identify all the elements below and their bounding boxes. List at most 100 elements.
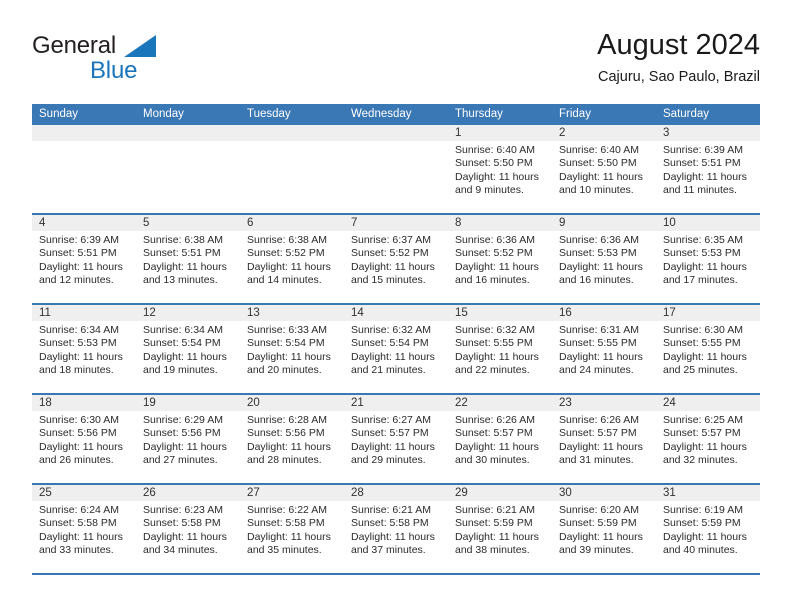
calendar-day-cell[interactable]: 5 Sunrise: 6:38 AM Sunset: 5:51 PM Daylight… xyxy=(136,215,240,303)
day-number: 27 xyxy=(240,485,344,501)
calendar-day-cell[interactable]: 31 Sunrise: 6:19 AM Sunset: 5:59 PM Dayligh… xyxy=(656,485,760,573)
daylight-text-line2: and 24 minutes. xyxy=(559,364,634,377)
calendar-day-cell[interactable]: 7 Sunrise: 6:37 AM Sunset: 5:52 PM Daylight… xyxy=(344,215,448,303)
day-number: 2 xyxy=(552,125,656,141)
calendar-day-cell[interactable]: 2 Sunrise: 6:40 AM Sunset: 5:50 PM Daylight… xyxy=(552,125,656,213)
weekday-header-row: Sunday Monday Tuesday Wednesday Thursday… xyxy=(32,104,760,125)
sunset-text: Sunset: 5:56 PM xyxy=(143,427,221,440)
daylight-text-line2: and 26 minutes. xyxy=(39,454,114,467)
daylight-text-line1: Daylight: 11 hours xyxy=(143,530,227,543)
general-blue-logo[interactable]: General Blue xyxy=(32,32,252,88)
daylight-text-line1: Daylight: 11 hours xyxy=(559,260,643,273)
sunrise-text: Sunrise: 6:21 AM xyxy=(455,504,535,516)
calendar-day-cell[interactable]: 16 Sunrise: 6:31 AM Sunset: 5:55 PM Dayligh… xyxy=(552,305,656,393)
calendar-day-cell[interactable]: 1 Sunrise: 6:40 AM Sunset: 5:50 PM Daylight… xyxy=(448,125,552,213)
sunset-text: Sunset: 5:56 PM xyxy=(247,427,325,440)
calendar-day-cell[interactable]: 27 Sunrise: 6:22 AM Sunset: 5:58 PM Dayligh… xyxy=(240,485,344,573)
sunrise-text: Sunrise: 6:25 AM xyxy=(663,414,743,426)
day-number: 15 xyxy=(448,305,552,321)
day-number: 29 xyxy=(448,485,552,501)
day-details: Sunrise: 6:19 AM Sunset: 5:59 PM Daylight:… xyxy=(656,501,760,558)
calendar-day-cell[interactable]: 4 Sunrise: 6:39 AM Sunset: 5:51 PM Daylight… xyxy=(32,215,136,303)
day-details: Sunrise: 6:22 AM Sunset: 5:58 PM Daylight:… xyxy=(240,501,344,558)
calendar-week-row: 4 Sunrise: 6:39 AM Sunset: 5:51 PM Daylight… xyxy=(32,215,760,305)
calendar-day-cell[interactable]: 8 Sunrise: 6:36 AM Sunset: 5:52 PM Daylight… xyxy=(448,215,552,303)
day-details xyxy=(344,141,448,144)
sunset-text: Sunset: 5:54 PM xyxy=(247,337,325,350)
calendar-day-cell[interactable]: 18 Sunrise: 6:30 AM Sunset: 5:56 PM Dayligh… xyxy=(32,395,136,483)
calendar-day-cell[interactable]: 10 Sunrise: 6:35 AM Sunset: 5:53 PM Dayligh… xyxy=(656,215,760,303)
daylight-text-line2: and 22 minutes. xyxy=(455,364,530,377)
calendar-day-cell[interactable]: 26 Sunrise: 6:23 AM Sunset: 5:58 PM Dayligh… xyxy=(136,485,240,573)
sunrise-text: Sunrise: 6:26 AM xyxy=(455,414,535,426)
day-details: Sunrise: 6:40 AM Sunset: 5:50 PM Daylight:… xyxy=(448,141,552,198)
daylight-text-line1: Daylight: 11 hours xyxy=(351,440,435,453)
calendar-day-cell[interactable]: 14 Sunrise: 6:32 AM Sunset: 5:54 PM Dayligh… xyxy=(344,305,448,393)
day-details: Sunrise: 6:29 AM Sunset: 5:56 PM Daylight:… xyxy=(136,411,240,468)
logo-text-blue: Blue xyxy=(90,57,138,84)
sunset-text: Sunset: 5:55 PM xyxy=(455,337,533,350)
day-number: 21 xyxy=(344,395,448,411)
sunrise-text: Sunrise: 6:37 AM xyxy=(351,234,431,246)
day-number: 19 xyxy=(136,395,240,411)
calendar-day-cell[interactable]: 23 Sunrise: 6:26 AM Sunset: 5:57 PM Dayligh… xyxy=(552,395,656,483)
day-number: 9 xyxy=(552,215,656,231)
calendar-day-cell[interactable]: 9 Sunrise: 6:36 AM Sunset: 5:53 PM Daylight… xyxy=(552,215,656,303)
calendar-day-cell[interactable]: 28 Sunrise: 6:21 AM Sunset: 5:58 PM Dayligh… xyxy=(344,485,448,573)
calendar-weeks: 1 Sunrise: 6:40 AM Sunset: 5:50 PM Daylight… xyxy=(32,125,760,575)
calendar-day-cell[interactable]: 13 Sunrise: 6:33 AM Sunset: 5:54 PM Dayligh… xyxy=(240,305,344,393)
sunrise-text: Sunrise: 6:40 AM xyxy=(559,144,639,156)
calendar-day-cell[interactable]: 3 Sunrise: 6:39 AM Sunset: 5:51 PM Daylight… xyxy=(656,125,760,213)
day-details: Sunrise: 6:38 AM Sunset: 5:52 PM Daylight:… xyxy=(240,231,344,288)
calendar-day-cell[interactable]: 15 Sunrise: 6:32 AM Sunset: 5:55 PM Dayligh… xyxy=(448,305,552,393)
daylight-text-line2: and 28 minutes. xyxy=(247,454,322,467)
sunrise-text: Sunrise: 6:22 AM xyxy=(247,504,327,516)
calendar-day-cell[interactable]: 22 Sunrise: 6:26 AM Sunset: 5:57 PM Dayligh… xyxy=(448,395,552,483)
daylight-text-line2: and 11 minutes. xyxy=(663,184,737,197)
sunrise-text: Sunrise: 6:32 AM xyxy=(455,324,535,336)
day-number: 24 xyxy=(656,395,760,411)
daylight-text-line1: Daylight: 11 hours xyxy=(247,530,331,543)
day-number: 17 xyxy=(656,305,760,321)
day-details: Sunrise: 6:34 AM Sunset: 5:54 PM Daylight:… xyxy=(136,321,240,378)
day-details: Sunrise: 6:30 AM Sunset: 5:55 PM Daylight:… xyxy=(656,321,760,378)
day-number: 6 xyxy=(240,215,344,231)
calendar-day-cell[interactable]: 21 Sunrise: 6:27 AM Sunset: 5:57 PM Dayligh… xyxy=(344,395,448,483)
daylight-text-line1: Daylight: 11 hours xyxy=(663,440,747,453)
weekday-header-friday: Friday xyxy=(559,108,591,120)
day-details: Sunrise: 6:40 AM Sunset: 5:50 PM Daylight:… xyxy=(552,141,656,198)
calendar-day-cell[interactable]: 25 Sunrise: 6:24 AM Sunset: 5:58 PM Dayligh… xyxy=(32,485,136,573)
daylight-text-line1: Daylight: 11 hours xyxy=(663,260,747,273)
daylight-text-line2: and 25 minutes. xyxy=(663,364,738,377)
calendar-day-cell[interactable]: 11 Sunrise: 6:34 AM Sunset: 5:53 PM Dayligh… xyxy=(32,305,136,393)
sunset-text: Sunset: 5:50 PM xyxy=(455,157,533,170)
calendar-day-cell[interactable]: 24 Sunrise: 6:25 AM Sunset: 5:57 PM Dayligh… xyxy=(656,395,760,483)
sunrise-text: Sunrise: 6:31 AM xyxy=(559,324,639,336)
sunrise-text: Sunrise: 6:26 AM xyxy=(559,414,639,426)
calendar-page: General Blue August 2024 Cajuru, Sao Pau… xyxy=(0,0,792,612)
weekday-header-monday: Monday xyxy=(143,108,184,120)
daylight-text-line1: Daylight: 11 hours xyxy=(663,350,747,363)
calendar-day-cell[interactable]: 12 Sunrise: 6:34 AM Sunset: 5:54 PM Dayligh… xyxy=(136,305,240,393)
calendar-day-cell[interactable]: 19 Sunrise: 6:29 AM Sunset: 5:56 PM Dayligh… xyxy=(136,395,240,483)
page-subtitle: Cajuru, Sao Paulo, Brazil xyxy=(598,69,760,85)
day-number: 5 xyxy=(136,215,240,231)
daylight-text-line2: and 15 minutes. xyxy=(351,274,426,287)
weekday-header-thursday: Thursday xyxy=(455,108,503,120)
day-details: Sunrise: 6:25 AM Sunset: 5:57 PM Daylight:… xyxy=(656,411,760,468)
sunset-text: Sunset: 5:57 PM xyxy=(455,427,533,440)
sunrise-text: Sunrise: 6:40 AM xyxy=(455,144,535,156)
sunset-text: Sunset: 5:53 PM xyxy=(663,247,741,260)
day-details: Sunrise: 6:34 AM Sunset: 5:53 PM Daylight:… xyxy=(32,321,136,378)
calendar-day-cell[interactable]: 17 Sunrise: 6:30 AM Sunset: 5:55 PM Dayligh… xyxy=(656,305,760,393)
calendar-day-cell[interactable]: 29 Sunrise: 6:21 AM Sunset: 5:59 PM Dayligh… xyxy=(448,485,552,573)
sunset-text: Sunset: 5:56 PM xyxy=(39,427,117,440)
sunset-text: Sunset: 5:55 PM xyxy=(663,337,741,350)
daylight-text-line1: Daylight: 11 hours xyxy=(39,260,123,273)
weekday-header-wednesday: Wednesday xyxy=(351,108,412,120)
daylight-text-line1: Daylight: 11 hours xyxy=(455,170,539,183)
daylight-text-line1: Daylight: 11 hours xyxy=(559,170,643,183)
calendar-day-cell[interactable]: 6 Sunrise: 6:38 AM Sunset: 5:52 PM Daylight… xyxy=(240,215,344,303)
calendar-day-cell[interactable]: 30 Sunrise: 6:20 AM Sunset: 5:59 PM Dayligh… xyxy=(552,485,656,573)
calendar-day-cell[interactable]: 20 Sunrise: 6:28 AM Sunset: 5:56 PM Dayligh… xyxy=(240,395,344,483)
